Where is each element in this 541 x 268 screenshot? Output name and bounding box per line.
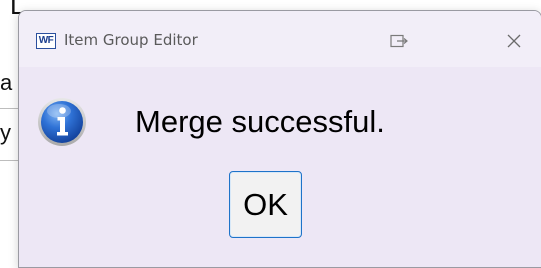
background-text-fragment: y (0, 120, 11, 145)
title-bar[interactable]: WF Item Group Editor (19, 11, 541, 67)
background-divider (0, 160, 20, 161)
background-divider (0, 108, 20, 109)
restore-window-button[interactable] (379, 25, 419, 57)
ok-button[interactable]: OK (229, 171, 302, 238)
window-title: Item Group Editor (64, 31, 198, 49)
background-text-fragment: a (0, 70, 13, 95)
close-icon (507, 34, 521, 48)
close-button[interactable] (494, 25, 534, 57)
dialog-message: Merge successful. (135, 104, 385, 139)
app-icon: WF (36, 33, 56, 49)
restore-window-icon (390, 34, 408, 48)
info-icon (38, 98, 86, 146)
message-dialog: WF Item Group Editor Merge successful. O… (18, 10, 541, 268)
